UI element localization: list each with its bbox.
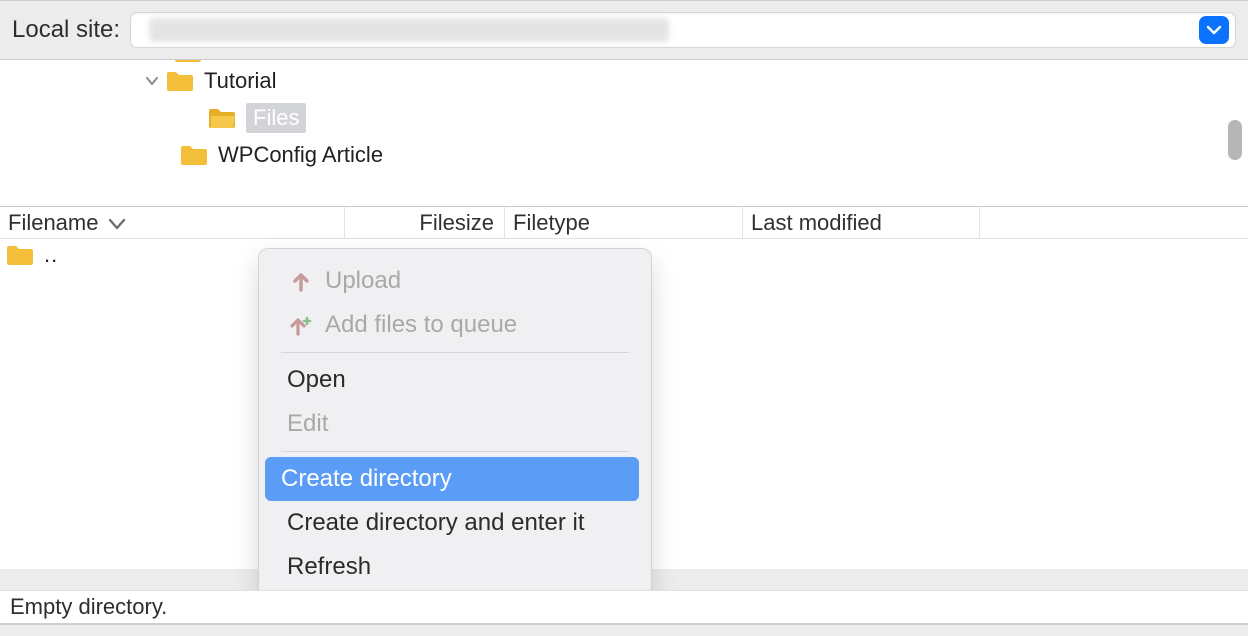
menu-separator: [281, 352, 629, 353]
tree-row[interactable]: WPConfig Article: [180, 136, 1248, 173]
status-text: Empty directory.: [10, 594, 167, 620]
local-path-combobox[interactable]: [130, 12, 1236, 48]
header-label: Filetype: [513, 210, 590, 236]
header-label: Filename: [8, 210, 98, 236]
header-lastmodified[interactable]: Last modified: [743, 207, 980, 238]
menu-item-create-directory-enter[interactable]: Create directory and enter it: [259, 501, 651, 545]
menu-item-create-directory[interactable]: Create directory: [259, 457, 651, 501]
header-filename[interactable]: Filename: [0, 207, 345, 238]
menu-item-edit: Edit: [259, 402, 651, 446]
menu-separator: [281, 451, 629, 452]
local-tree-pane[interactable]: To Sort Tutorial Files: [0, 60, 1248, 207]
scrollbar-thumb[interactable]: [1228, 120, 1242, 160]
tree-item-label: WPConfig Article: [218, 142, 383, 168]
upload-plus-icon: [287, 311, 315, 339]
status-bar: Empty directory.: [0, 590, 1248, 624]
folder-open-icon: [208, 107, 236, 129]
sort-chevron-down-icon: [108, 210, 126, 236]
menu-item-label: Open: [287, 366, 346, 394]
menu-item-label: Upload: [325, 267, 401, 295]
folder-icon: [180, 144, 208, 166]
tree-row[interactable]: Tutorial: [142, 62, 1248, 99]
tree-row-selected[interactable]: Files: [208, 99, 1248, 136]
header-tail: [980, 207, 1248, 238]
file-list-headers: Filename Filesize Filetype Last modified: [0, 207, 1248, 239]
folder-icon: [174, 60, 202, 63]
menu-item-label: Create directory and enter it: [287, 509, 584, 537]
local-path-dropdown-button[interactable]: [1199, 16, 1229, 44]
tree-item-label: Tutorial: [204, 68, 277, 94]
menu-item-label: Edit: [287, 410, 328, 438]
header-label: Last modified: [751, 210, 882, 236]
context-menu: Upload Add files to queue Open Edit Crea…: [258, 248, 652, 613]
bottom-chrome: [0, 624, 1248, 636]
parent-dots: ..: [44, 242, 58, 268]
local-site-label: Local site:: [12, 16, 120, 44]
chevron-right-icon[interactable]: [150, 60, 170, 62]
chevron-down-icon: [1206, 24, 1222, 36]
menu-item-refresh[interactable]: Refresh: [259, 545, 651, 589]
local-site-toolbar: Local site:: [0, 0, 1248, 60]
menu-item-upload: Upload: [259, 259, 651, 303]
menu-item-add-to-queue: Add files to queue: [259, 303, 651, 347]
menu-item-label: Add files to queue: [325, 311, 517, 339]
local-path-blurred: [149, 18, 669, 42]
folder-icon: [166, 70, 194, 92]
upload-arrow-icon: [287, 267, 315, 295]
header-label: Filesize: [419, 210, 494, 236]
header-filesize[interactable]: Filesize: [345, 207, 505, 238]
menu-item-label: Create directory: [281, 465, 452, 493]
menu-item-label: Refresh: [287, 553, 371, 581]
tree-item-label: To Sort: [212, 60, 282, 65]
folder-icon: [6, 244, 34, 266]
chevron-down-icon[interactable]: [142, 71, 162, 91]
tree-item-label: Files: [246, 103, 306, 133]
menu-item-open[interactable]: Open: [259, 358, 651, 402]
header-filetype[interactable]: Filetype: [505, 207, 743, 238]
